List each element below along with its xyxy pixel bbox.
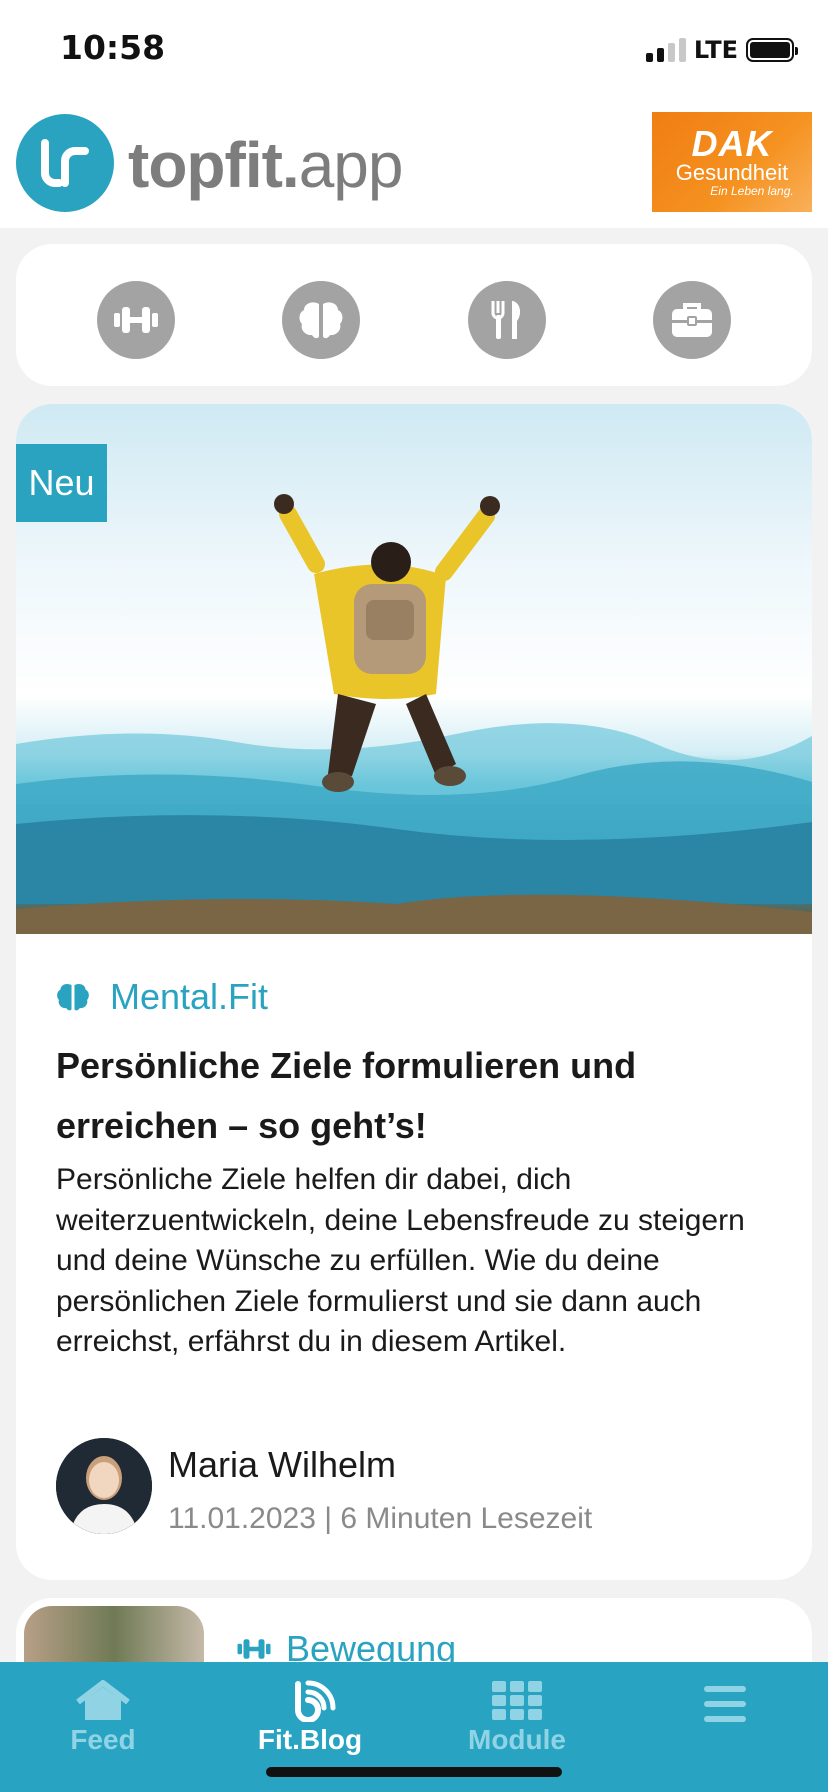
network-label: LTE bbox=[693, 36, 738, 64]
status-time: 10:58 bbox=[60, 28, 166, 67]
dak-partner-logo[interactable]: DAK Gesundheit Ein Leben lang. bbox=[652, 112, 812, 212]
category-filter-bar bbox=[16, 244, 812, 386]
tab-fit-blog[interactable]: Fit.Blog bbox=[235, 1680, 385, 1756]
menu-icon bbox=[704, 1686, 746, 1722]
signal-icon bbox=[645, 38, 686, 62]
grid-icon bbox=[492, 1681, 542, 1720]
category-nutrition-button[interactable] bbox=[468, 281, 546, 359]
home-indicator bbox=[266, 1767, 562, 1777]
tab-module[interactable]: Module bbox=[442, 1680, 592, 1756]
briefcase-icon bbox=[672, 303, 712, 337]
author-name: Maria Wilhelm bbox=[168, 1444, 397, 1485]
topfit-logo-icon[interactable] bbox=[16, 114, 114, 212]
article-title[interactable]: Persönliche Ziele formulieren und erreic… bbox=[56, 1036, 776, 1156]
brain-icon bbox=[299, 302, 343, 339]
home-icon bbox=[76, 1680, 130, 1720]
category-work-button[interactable] bbox=[653, 281, 731, 359]
app-header: topfit.app DAK Gesundheit Ein Leben lang… bbox=[0, 100, 828, 228]
battery-icon bbox=[746, 38, 798, 62]
article-meta: 11.01.2023 | 6 Minuten Lesezeit bbox=[168, 1502, 593, 1535]
category-mental-button[interactable] bbox=[282, 281, 360, 359]
dumbbell-icon bbox=[114, 307, 158, 333]
article-excerpt: Persönliche Ziele helfen dir dabei, dich… bbox=[56, 1163, 745, 1358]
article-card[interactable]: Neu Mental.Fit Persönliche Ziele formuli… bbox=[16, 404, 812, 1580]
tab-menu[interactable] bbox=[650, 1680, 800, 1728]
article-hero-image[interactable]: Neu bbox=[16, 404, 812, 934]
topfit-wordmark[interactable]: topfit.app bbox=[128, 128, 403, 202]
blog-icon bbox=[295, 1680, 336, 1722]
author-avatar bbox=[56, 1438, 152, 1534]
category-fitness-button[interactable] bbox=[97, 281, 175, 359]
article-category-label: Mental.Fit bbox=[110, 976, 269, 1017]
brain-icon bbox=[57, 983, 89, 1011]
dumbbell-icon bbox=[237, 1639, 271, 1659]
new-badge: Neu bbox=[16, 444, 107, 522]
tab-feed[interactable]: Feed bbox=[28, 1680, 178, 1756]
fork-knife-icon bbox=[491, 301, 521, 339]
status-bar: 10:58 LTE bbox=[0, 0, 828, 100]
article-category: Mental.Fit bbox=[56, 976, 268, 1018]
status-indicators: LTE bbox=[645, 36, 798, 64]
